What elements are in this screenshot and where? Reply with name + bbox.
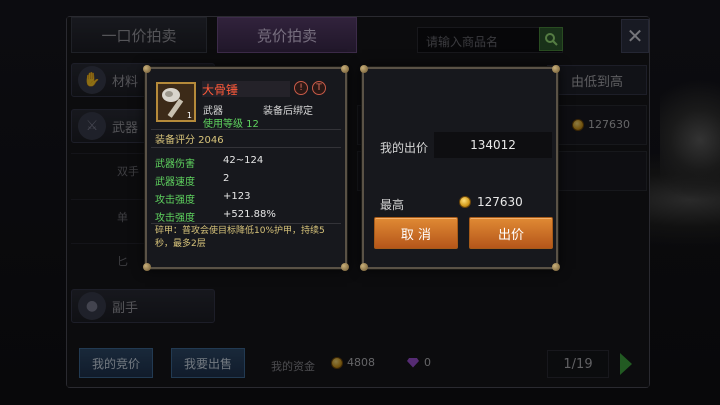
page-indicator: 1/19 — [547, 350, 609, 378]
gem-icon — [407, 357, 419, 368]
info-badge-icon: ! — [294, 81, 308, 95]
row-price: 127630 — [572, 118, 630, 131]
item-name: 大骨锤 — [202, 81, 290, 97]
my-bids-button[interactable]: 我的竞价 — [79, 348, 153, 378]
my-bid-input[interactable]: 134012 — [434, 132, 552, 158]
stat-value: 42~124 — [223, 155, 264, 166]
corner-rivet — [552, 65, 560, 73]
highest-bid-label: 最高 — [380, 198, 405, 212]
background-character — [660, 40, 720, 340]
sword-icon: ⚔ — [78, 112, 106, 140]
corner-rivet — [143, 263, 151, 271]
item-tooltip: 1 大骨锤 ! T 武器 装备后绑定 使用等级 12 装备评分 2046 武器伤… — [143, 65, 349, 271]
item-effect: 碎甲：普攻会使目标降低10%护甲，持续5秒，最多2层 — [155, 226, 325, 249]
corner-rivet — [341, 263, 349, 271]
hammer-badge-icon: T — [312, 81, 326, 95]
corner-rivet — [552, 263, 560, 271]
gem-balance-value: 0 — [424, 356, 431, 369]
corner-rivet — [360, 65, 368, 73]
sidebar-sub-label: 单 — [117, 210, 128, 224]
user-icon: ● — [78, 292, 106, 320]
divider — [151, 147, 341, 148]
gold-coin-icon — [459, 196, 471, 208]
corner-rivet — [360, 263, 368, 271]
next-page-arrow-icon[interactable] — [620, 353, 632, 375]
sidebar-sub-label: 匕 — [117, 254, 128, 268]
sort-button[interactable]: 由低到高 — [547, 65, 647, 95]
corner-rivet — [341, 65, 349, 73]
gold-balance-value: 4808 — [347, 356, 375, 369]
gold-coin-icon — [572, 118, 584, 131]
gem-balance: 0 — [407, 356, 431, 369]
item-count: 1 — [186, 111, 192, 120]
gold-balance: 4808 — [331, 356, 375, 369]
sidebar-sub-label: 双手 — [117, 164, 139, 178]
cancel-button[interactable]: 取 消 — [374, 217, 458, 249]
hand-icon: ✋ — [78, 66, 106, 94]
highest-bid: 127630 — [459, 195, 523, 209]
place-bid-button[interactable]: 出价 — [469, 217, 553, 249]
divider — [151, 129, 341, 130]
stat-label: 武器速度 — [155, 177, 195, 188]
close-icon: ✕ — [626, 24, 644, 48]
sidebar-item-label: 武器 — [112, 120, 139, 136]
stat-value: +521.88% — [223, 209, 276, 220]
hammer-icon: 1 — [156, 82, 196, 122]
tab-fixed-price[interactable]: 一口价拍卖 — [71, 17, 207, 53]
sidebar-item-offhand[interactable]: ● 副手 — [71, 289, 215, 323]
gold-coin-icon — [331, 356, 343, 369]
item-level: 使用等级 12 — [203, 119, 259, 130]
sell-button[interactable]: 我要出售 — [171, 348, 245, 378]
stat-label: 攻击强度 — [155, 213, 195, 224]
my-bid-label: 我的出价 — [380, 141, 429, 155]
search-button[interactable] — [539, 27, 563, 51]
item-score: 装备评分 2046 — [155, 135, 224, 146]
stat-label: 武器伤害 — [155, 159, 195, 170]
tab-bidding[interactable]: 竞价拍卖 — [217, 17, 357, 53]
item-bind: 装备后绑定 — [263, 106, 313, 117]
sidebar-item-label: 材料 — [112, 74, 139, 90]
row-price-value: 127630 — [588, 118, 630, 131]
stat-label: 攻击强度 — [155, 195, 195, 206]
divider — [151, 223, 341, 224]
funds-label: 我的资金 — [271, 360, 315, 373]
stat-value: 2 — [223, 173, 230, 184]
highest-bid-value: 127630 — [477, 195, 523, 209]
stat-value: +123 — [223, 191, 251, 202]
sidebar-item-label: 副手 — [112, 300, 139, 316]
search-icon — [545, 33, 558, 46]
close-button[interactable]: ✕ — [621, 19, 649, 53]
corner-rivet — [143, 65, 151, 73]
bid-panel: 我的出价 134012 最高 127630 取 消 出价 — [360, 65, 560, 271]
